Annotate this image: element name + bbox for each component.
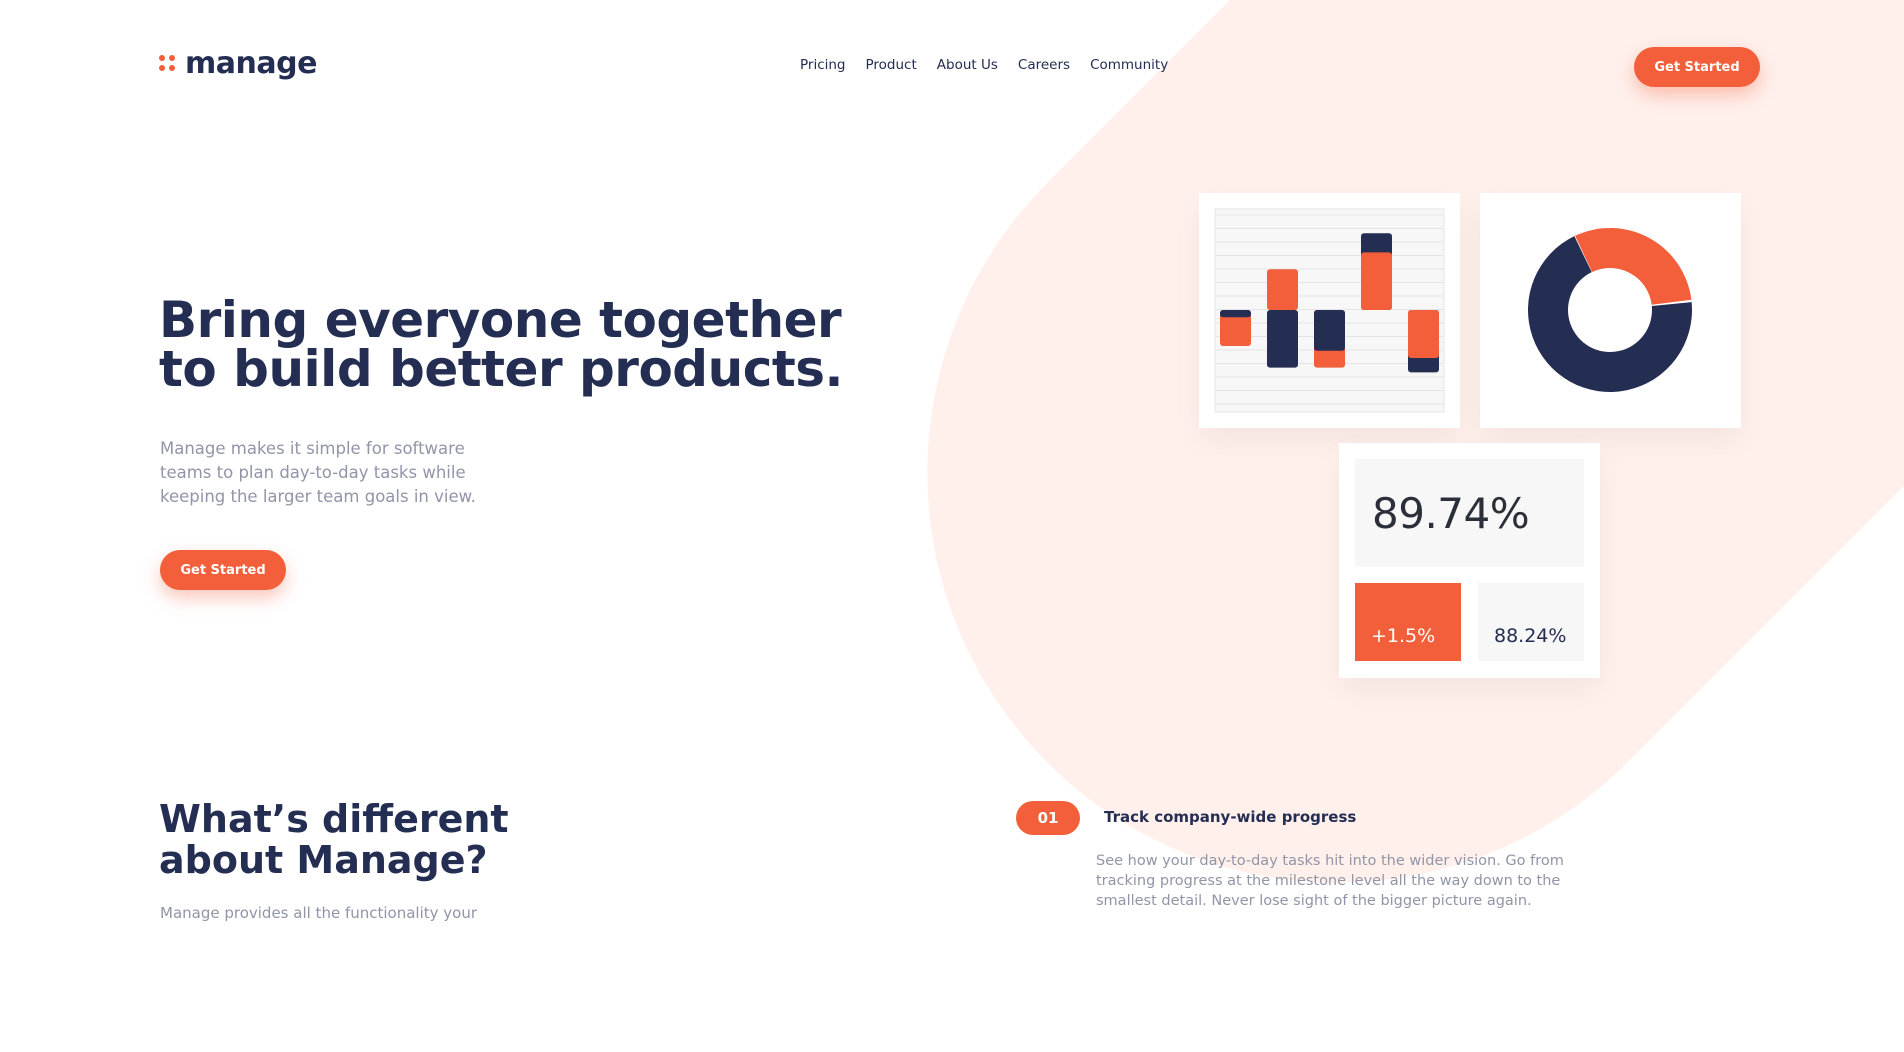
- bar-chart-card: [1199, 193, 1460, 428]
- stats-card: 89.74% +1.5% 88.24%: [1339, 443, 1600, 678]
- nav-item-community[interactable]: Community: [1090, 57, 1168, 73]
- header-get-started-button[interactable]: Get Started: [1634, 47, 1760, 87]
- feature-title: Track company-wide progress: [1104, 808, 1357, 826]
- donut-chart-card: [1480, 193, 1741, 428]
- bar-orange: [1267, 269, 1298, 310]
- stat-secondary-value: 88.24%: [1494, 625, 1567, 647]
- stat-main-tile: 89.74%: [1355, 459, 1584, 567]
- stat-change-value: +1.5%: [1371, 625, 1436, 647]
- donut-segment-orange: [1575, 228, 1692, 305]
- different-text: Manage provides all the functionality yo…: [160, 904, 477, 922]
- bar-navy: [1267, 310, 1298, 368]
- bar-chart-illustration: [1214, 208, 1445, 413]
- hero-subtitle: Manage makes it simple for software team…: [160, 439, 476, 506]
- stat-secondary-tile: 88.24%: [1478, 583, 1584, 661]
- logo-mark-icon: [159, 54, 177, 73]
- nav-item-about-us[interactable]: About Us: [937, 57, 998, 73]
- feature-text: See how your day-to-day tasks hit into t…: [1096, 853, 1564, 909]
- bar-orange: [1361, 252, 1392, 310]
- bar-navy: [1220, 310, 1251, 318]
- logo-text: manage: [185, 46, 317, 81]
- bar-orange: [1408, 310, 1439, 358]
- feature-number-badge: 01: [1016, 801, 1080, 835]
- nav-item-product[interactable]: Product: [866, 57, 917, 73]
- nav-item-pricing[interactable]: Pricing: [800, 57, 846, 73]
- nav-item-careers[interactable]: Careers: [1018, 57, 1070, 73]
- hero-get-started-button[interactable]: Get Started: [160, 550, 286, 590]
- stat-change-tile: +1.5%: [1355, 583, 1461, 661]
- main-nav: Pricing Product About Us Careers Communi…: [800, 57, 1168, 73]
- different-title: What’s different about Manage?: [159, 797, 509, 882]
- donut-chart-illustration: [1528, 228, 1692, 392]
- hero-title: Bring everyone together to build better …: [159, 291, 843, 398]
- site-header: manage Pricing Product About Us Careers …: [0, 0, 1904, 130]
- logo[interactable]: manage: [159, 46, 317, 81]
- stat-main-value: 89.74%: [1372, 488, 1530, 538]
- bar-navy: [1314, 310, 1345, 351]
